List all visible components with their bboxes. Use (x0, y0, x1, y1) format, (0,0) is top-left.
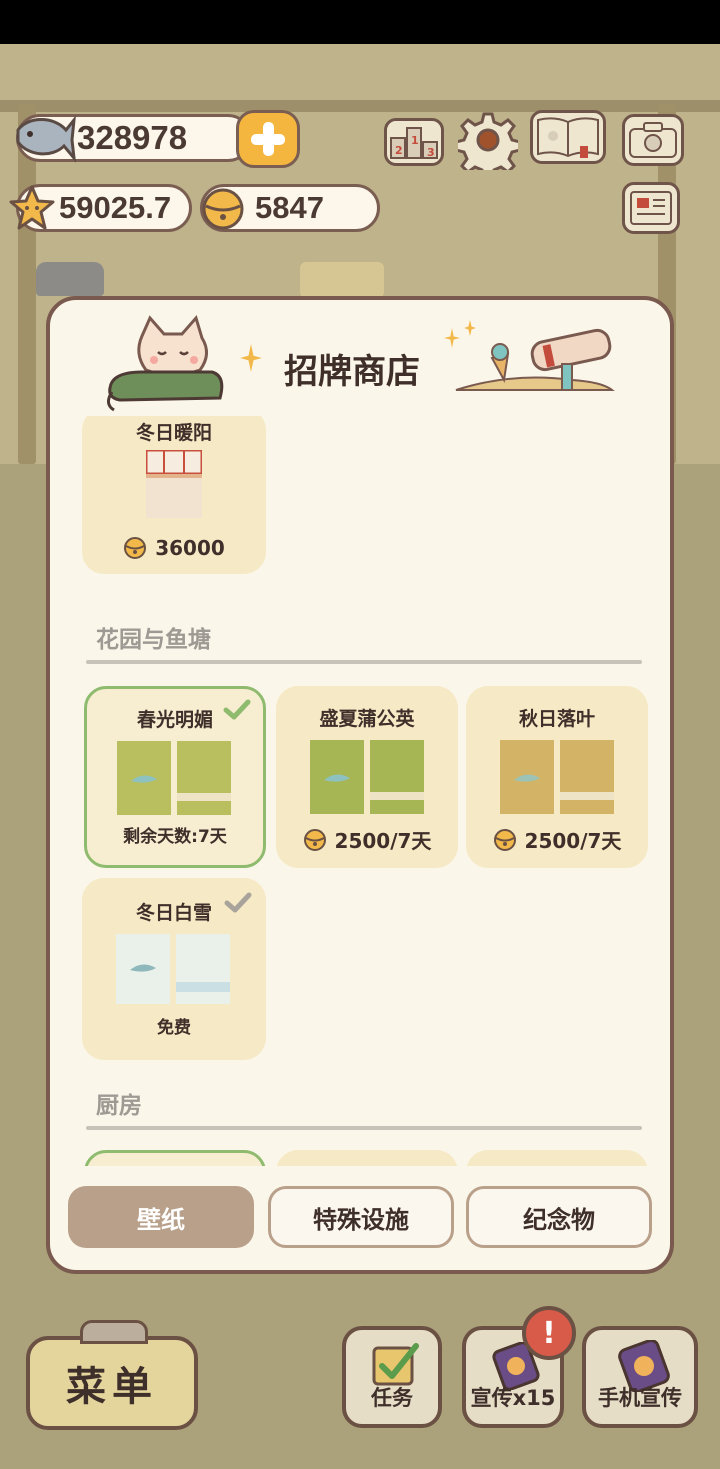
bell-icon (303, 828, 326, 851)
wallpaper-preview (117, 741, 231, 815)
ranking-button[interactable]: 2 1 3 (384, 118, 444, 166)
menu-label: 菜单 (66, 1364, 158, 1410)
shop-item-list[interactable]: 冬日暖阳 36000 花园与鱼塘 春光明媚 剩余天数:7天 盛夏蒲公英 2500… (50, 416, 670, 1166)
menu-button[interactable]: 菜单 (26, 1320, 198, 1430)
item-price-value: 2500/7天 (334, 829, 432, 853)
newspaper-button[interactable] (622, 182, 680, 234)
item-price: 2500/7天 (276, 825, 458, 854)
wallpaper-preview (146, 450, 202, 518)
add-fish-button[interactable] (236, 110, 300, 168)
plus-icon-stroke (262, 122, 274, 156)
item-price-value: 36000 (155, 536, 225, 560)
album-icon (537, 117, 599, 158)
shop-item-card[interactable]: 秋日落叶 2500/7天 (466, 686, 648, 868)
bell-icon (202, 188, 244, 230)
shop-item-card[interactable]: 盛夏蒲公英 2500/7天 (276, 686, 458, 868)
tab-souvenirs[interactable]: 纪念物 (466, 1186, 652, 1248)
item-name: 冬日暖阳 (135, 422, 212, 444)
phone-promotion-button[interactable]: 手机宣传 (582, 1326, 698, 1428)
svg-text:1: 1 (411, 134, 419, 147)
camera-icon (629, 122, 677, 158)
item-status: 免费 (157, 1018, 191, 1038)
bell-icon (124, 537, 147, 559)
item-price: 36000 (82, 536, 266, 560)
section-divider (86, 1126, 642, 1130)
check-icon (224, 892, 252, 913)
wallpaper-preview (116, 934, 230, 1004)
shop-item-card[interactable] (466, 1150, 648, 1166)
svg-text:2: 2 (395, 144, 403, 157)
section-title-kitchen: 厨房 (96, 1093, 142, 1119)
fish-icon (16, 115, 76, 163)
phone-promotion-label: 手机宣传 (598, 1386, 682, 1410)
tab-wallpaper[interactable]: 壁纸 (68, 1186, 254, 1248)
newspaper-icon (630, 191, 672, 225)
shop-item-card-selected[interactable] (84, 1150, 266, 1166)
cat-mascot-icon (107, 314, 224, 412)
task-button[interactable]: 任务 (342, 1326, 442, 1428)
ranking-icon: 2 1 3 (390, 127, 438, 159)
item-name: 秋日落叶 (518, 708, 595, 730)
ceiling-beam (0, 100, 720, 112)
fish-amount: 328978 (77, 119, 188, 156)
shop-item-card[interactable]: 冬日暖阳 36000 (82, 416, 266, 574)
bell-icon (493, 828, 516, 851)
shop-item-card-selected[interactable]: 春光明媚 剩余天数:7天 (84, 686, 266, 868)
shop-title: 招牌商店 (284, 352, 420, 392)
item-price-value: 2500/7天 (524, 829, 622, 853)
star-icon (9, 185, 55, 230)
notice-board-decoration (300, 262, 384, 298)
item-status: 剩余天数:7天 (123, 827, 227, 847)
clipboard-clip (80, 1320, 148, 1344)
sparkle-icon (240, 344, 262, 372)
task-label: 任务 (371, 1386, 413, 1410)
album-button[interactable] (530, 110, 606, 164)
shop-item-card[interactable]: 冬日白雪 免费 (82, 878, 266, 1060)
check-icon (223, 699, 251, 720)
tab-special-facilities[interactable]: 特殊设施 (268, 1186, 454, 1248)
paint-roller-icon (455, 328, 615, 391)
bell-amount: 5847 (255, 190, 324, 225)
svg-text:3: 3 (427, 146, 435, 159)
promotion-label: 宣传x15 (470, 1386, 556, 1410)
section-divider (86, 660, 642, 664)
section-title-garden: 花园与鱼塘 (96, 627, 211, 653)
lamp-decoration (36, 262, 104, 296)
alert-badge: ! (522, 1306, 576, 1360)
shop-item-card[interactable] (276, 1150, 458, 1166)
sign-shop-panel: 招牌商店 冬日暖阳 36000 花园与鱼塘 春光明媚 剩余天数:7天 盛夏蒲公英… (46, 296, 674, 1274)
item-price: 2500/7天 (466, 825, 648, 854)
camera-button[interactable] (622, 114, 684, 166)
wallpaper-preview (310, 740, 424, 814)
wallpaper-preview (500, 740, 614, 814)
star-amount: 59025.7 (59, 190, 172, 225)
gear-icon[interactable] (458, 110, 518, 170)
task-icon (372, 1343, 419, 1386)
item-name: 盛夏蒲公英 (319, 708, 415, 730)
